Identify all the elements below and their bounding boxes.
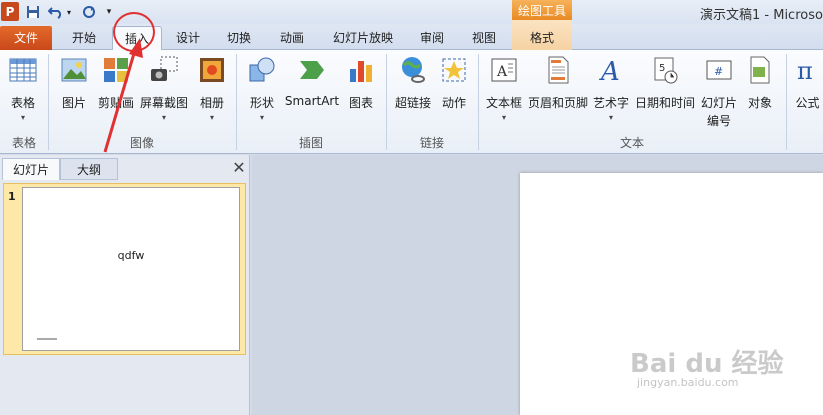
object-button[interactable]: 对象 [743, 55, 777, 111]
chevron-down-icon: ▾ [259, 113, 264, 122]
chevron-down-icon: ▾ [20, 113, 25, 122]
chevron-down-icon: ▾ [209, 113, 214, 122]
group-divider [786, 54, 787, 150]
tab-transitions[interactable]: 切换 [219, 26, 259, 50]
tab-slides[interactable]: 幻灯片 [2, 158, 60, 180]
undo-icon[interactable] [47, 3, 65, 21]
chart-icon [350, 61, 372, 82]
slide-thumbnail[interactable] [22, 187, 240, 351]
pi-icon: π [797, 57, 813, 85]
arrow-annotation [103, 38, 143, 153]
smartart-button[interactable]: SmartArt [284, 55, 340, 108]
svg-text:#: # [714, 65, 723, 78]
tab-slideshow[interactable]: 幻灯片放映 [325, 26, 401, 50]
header-footer-button[interactable]: 页眉和页脚 [527, 55, 589, 111]
table-icon [9, 58, 37, 82]
action-button[interactable]: 动作 [437, 55, 471, 111]
photo-album-icon [200, 58, 224, 82]
wordart-icon: A [599, 57, 620, 87]
undo-dropdown-icon[interactable]: ▾ [64, 3, 74, 21]
redo-icon[interactable] [80, 3, 98, 21]
slide-number-button[interactable]: # 幻灯片 编号 [698, 55, 740, 129]
hyperlink-icon [402, 57, 425, 83]
photo-album-button[interactable]: 相册 ▾ [193, 55, 231, 122]
picture-icon [61, 58, 87, 82]
group-label-text: 文本 [619, 136, 644, 150]
slide-number-label: 1 [8, 190, 16, 203]
slide-thumbnail-footer-mark [37, 338, 57, 340]
save-icon[interactable] [24, 3, 42, 21]
group-label-links: 链接 [419, 136, 444, 150]
object-icon [750, 56, 770, 84]
tab-review[interactable]: 审阅 [412, 26, 452, 50]
svg-text:A: A [496, 64, 508, 80]
table-button[interactable]: 表格 ▾ [4, 55, 42, 122]
svg-text:π: π [797, 57, 813, 85]
baidu-watermark: Bai du 经验 [630, 349, 784, 379]
textbox-button[interactable]: A 文本框 ▾ [483, 55, 525, 122]
tab-design[interactable]: 设计 [168, 26, 208, 50]
action-icon [442, 58, 466, 82]
smartart-icon [300, 61, 324, 79]
group-label-illustrations: 插图 [298, 136, 323, 150]
svg-text:5: 5 [659, 63, 665, 74]
tab-format[interactable]: 格式 [512, 26, 572, 50]
header-footer-icon [548, 56, 569, 84]
chart-button[interactable]: 图表 [343, 55, 379, 111]
document-title: 演示文稿1 - Microsof [700, 8, 823, 23]
datetime-button[interactable]: 5 日期和时间 [634, 55, 696, 111]
powerpoint-logo-icon[interactable]: P [1, 2, 19, 21]
chevron-down-icon: ▾ [608, 113, 613, 122]
slide-thumbnail-text: qdfw [117, 249, 145, 262]
svg-text:A: A [599, 57, 620, 85]
tab-animations[interactable]: 动画 [272, 26, 312, 50]
drawing-tools-header: 绘图工具 [512, 0, 572, 20]
calendar-icon: 5 [654, 57, 678, 84]
picture-button[interactable]: 图片 [55, 55, 93, 111]
tab-file[interactable]: 文件 [0, 26, 52, 50]
chevron-down-icon: ▾ [501, 113, 506, 122]
equation-button[interactable]: π 公式 [792, 55, 823, 111]
hyperlink-button[interactable]: 超链接 [391, 55, 435, 111]
shapes-button[interactable]: 形状 ▾ [243, 55, 281, 122]
slide-number-icon: # [706, 60, 732, 80]
group-label-tables: 表格 [11, 136, 36, 150]
tab-outline[interactable]: 大纲 [60, 158, 118, 180]
tab-view[interactable]: 视图 [464, 26, 504, 50]
textbox-icon: A [491, 58, 517, 82]
baidu-watermark-url: jingyan.baidu.com [637, 376, 739, 389]
customize-qat-icon[interactable]: ▾ [103, 3, 115, 21]
wordart-button[interactable]: A 艺术字 ▾ [591, 55, 631, 122]
shapes-icon [249, 57, 275, 82]
close-icon[interactable]: ✕ [231, 158, 247, 178]
